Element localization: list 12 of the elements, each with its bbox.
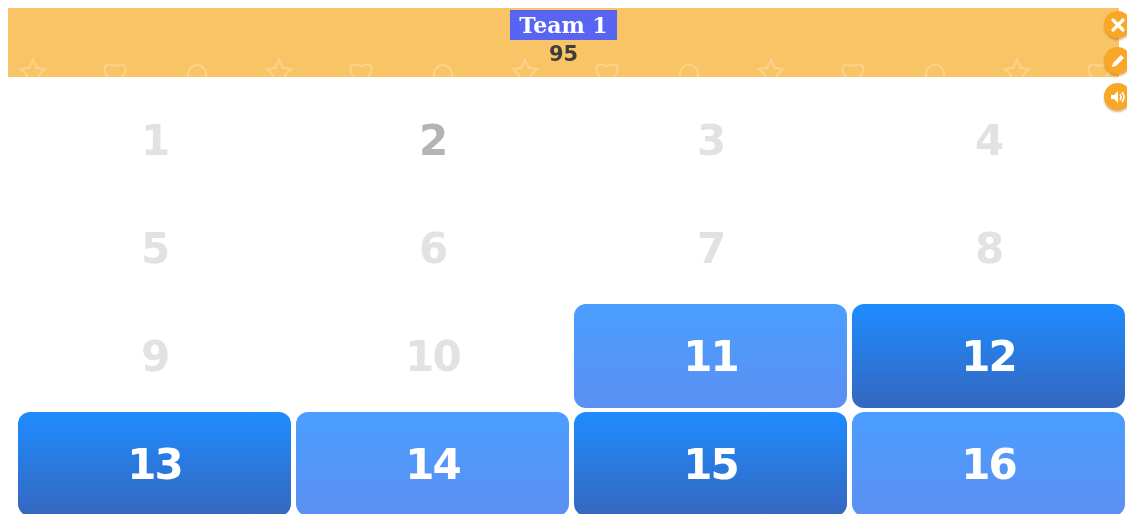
sound-button[interactable] xyxy=(1104,83,1127,110)
team-name: Team 1 xyxy=(510,10,617,40)
team-score: 95 xyxy=(548,42,579,66)
tile-button[interactable]: 15 xyxy=(574,412,847,514)
tile-button[interactable]: 13 xyxy=(18,412,291,514)
tile-button[interactable]: 12 xyxy=(852,304,1125,408)
tile-button[interactable]: 16 xyxy=(852,412,1125,514)
tile-button[interactable]: 11 xyxy=(574,304,847,408)
pencil-icon xyxy=(1109,52,1126,69)
close-icon xyxy=(1109,16,1126,33)
tile-number: 2 xyxy=(418,115,447,165)
tile-button[interactable]: 14 xyxy=(296,412,569,514)
